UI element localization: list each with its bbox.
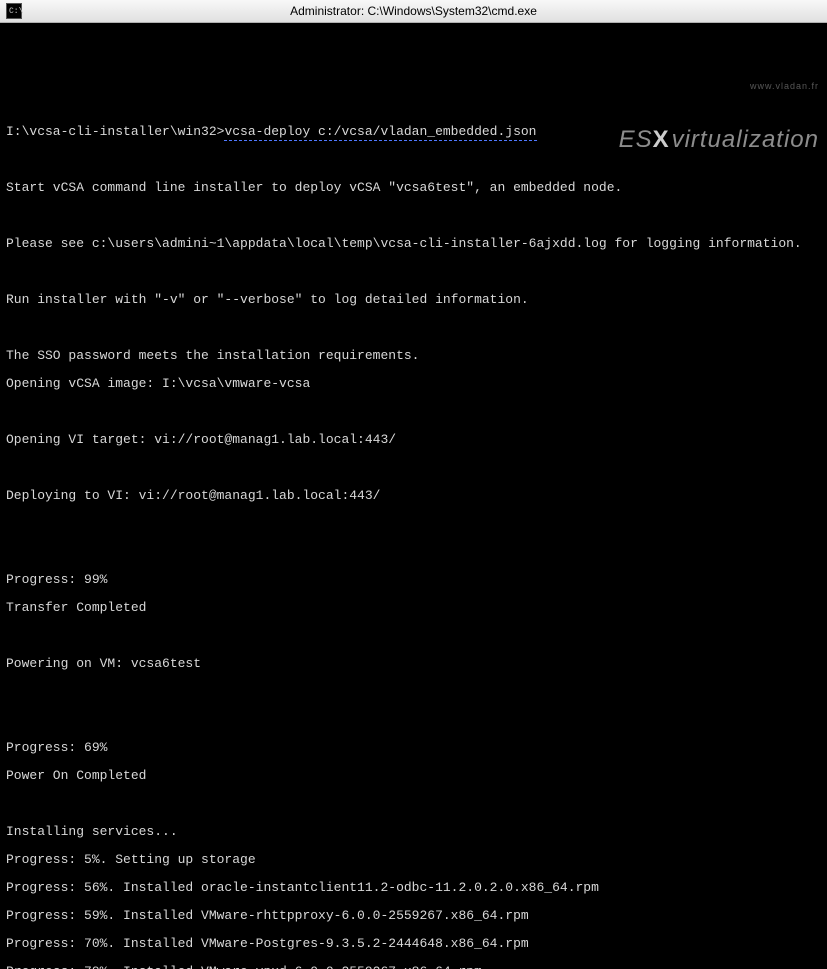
output-line: Progress: 59%. Installed VMware-rhttppro… [6,909,821,923]
output-line: Progress: 79%. Installed VMware-vpxd-6.0… [6,965,821,969]
output-line: The SSO password meets the installation … [6,349,821,363]
output-line: Progress: 99% [6,573,821,587]
terminal-output[interactable]: www.vladan.fr ESXvirtualization I:\vcsa-… [0,23,827,969]
cmd-icon: C:\ [6,3,22,19]
output-line: Progress: 69% [6,741,821,755]
prompt-path: I:\vcsa-cli-installer\win32> [6,124,224,139]
prompt-line: I:\vcsa-cli-installer\win32>vcsa-deploy … [6,125,821,139]
output-line: Power On Completed [6,769,821,783]
output-line: Progress: 56%. Installed oracle-instantc… [6,881,821,895]
output-line: Progress: 70%. Installed VMware-Postgres… [6,937,821,951]
output-line: Powering on VM: vcsa6test [6,657,821,671]
output-line: Run installer with "-v" or "--verbose" t… [6,293,821,307]
output-line: Please see c:\users\admini~1\appdata\loc… [6,237,821,251]
output-line: Transfer Completed [6,601,821,615]
output-line: Start vCSA command line installer to dep… [6,181,821,195]
typed-command: vcsa-deploy c:/vcsa/vladan_embedded.json [224,124,536,141]
output-line: Deploying to VI: vi://root@manag1.lab.lo… [6,489,821,503]
output-line: Installing services... [6,825,821,839]
watermark-url: www.vladan.fr [573,79,819,93]
watermark: www.vladan.fr ESXvirtualization [573,51,819,189]
window-title: Administrator: C:\Windows\System32\cmd.e… [290,4,537,18]
output-line: Progress: 5%. Setting up storage [6,853,821,867]
window-titlebar: C:\ Administrator: C:\Windows\System32\c… [0,0,827,23]
output-line: Opening VI target: vi://root@manag1.lab.… [6,433,821,447]
output-line: Opening vCSA image: I:\vcsa\vmware-vcsa [6,377,821,391]
